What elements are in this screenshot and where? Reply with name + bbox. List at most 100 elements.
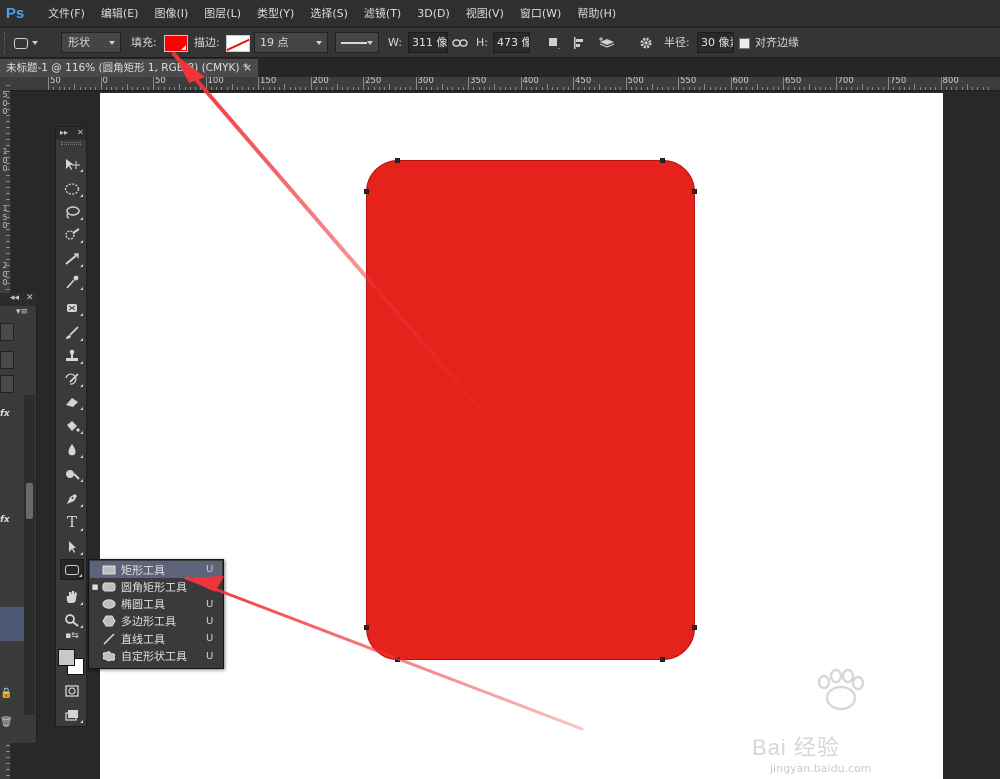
dodge-tool[interactable] [60,463,84,484]
flyout-item-line[interactable]: 直线工具 U [90,630,222,647]
width-input[interactable]: 311 像素 [408,32,448,53]
menu-file[interactable]: 文件(F) [40,0,93,27]
lasso-tool[interactable] [60,201,84,222]
document-tab[interactable]: 未标题-1 @ 116% (圆角矩形 1, RGB/8) (CMYK) * × [0,59,258,77]
trash-icon[interactable]: 🗑 [0,717,13,728]
rounded-rectangle-tool[interactable] [60,559,84,580]
link-icon[interactable] [451,34,469,52]
fx-icon[interactable]: fx [0,515,10,525]
tool-mode-select[interactable]: 形状 [61,32,121,53]
scrollbar-thumb[interactable] [26,483,33,519]
panel-scrollbar[interactable] [24,395,35,715]
stroke-size-value: 19 点 [260,36,289,49]
anchor-point[interactable] [660,657,665,662]
shortcut-key: U [206,598,214,610]
eraser-tool[interactable] [60,391,84,412]
ruler-label: 350 [470,77,487,86]
chevron-down-icon [109,41,115,45]
rounded-rectangle-shape[interactable] [366,160,695,660]
close-icon[interactable]: ✕ [26,293,34,303]
fx-icon[interactable]: fx [0,409,10,419]
anchor-point[interactable] [395,657,400,662]
flyout-item-ellipse[interactable]: 椭圆工具 U [90,596,222,613]
ellipse-marquee-icon [64,182,80,195]
blur-tool[interactable] [60,439,84,460]
horizontal-ruler[interactable]: 50 0 50 100 150 200 250 300 350 400 450 500 550 600 65… [10,77,1000,91]
marquee-tool[interactable] [60,178,84,199]
lasso-icon [66,205,80,219]
menu-layer[interactable]: 图层(L) [196,0,249,27]
foreground-color-swatch[interactable] [58,649,75,666]
flyout-item-rectangle[interactable]: 矩形工具 U [90,561,222,578]
anchor-point[interactable] [395,158,400,163]
blend-mode-select[interactable] [0,351,14,369]
expand-icon[interactable]: ▸▸ [60,128,68,137]
menu-edit[interactable]: 编辑(E) [93,0,147,27]
quick-selection-tool[interactable] [60,224,84,245]
zoom-tool[interactable] [60,609,84,630]
eyedropper-tool[interactable] [60,271,84,292]
stroke-type-select[interactable] [335,32,379,53]
anchor-point[interactable] [364,189,369,194]
stroke-color-swatch[interactable] [226,35,250,52]
tool-mode-value: 形状 [68,36,90,49]
opacity-select[interactable] [0,375,14,393]
paint-bucket-tool[interactable] [60,415,84,436]
crop-tool[interactable] [60,248,84,269]
panel-toggle[interactable] [0,323,14,341]
align-edges-checkbox[interactable] [739,38,750,49]
menu-filter[interactable]: 滤镜(T) [356,0,409,27]
menu-3d[interactable]: 3D(D) [409,0,458,27]
brush-tool[interactable] [60,322,84,343]
toolbox-grip[interactable] [61,142,81,145]
clone-stamp-tool[interactable] [60,345,84,366]
path-operations-icon[interactable] [545,34,563,52]
fill-color-swatch[interactable] [164,35,188,52]
anchor-point[interactable] [692,625,697,630]
hand-tool[interactable] [60,586,84,607]
document-tab-title: 未标题-1 @ 116% (圆角矩形 1, RGB/8) (CMYK) * [6,62,249,74]
menu-type[interactable]: 类型(Y) [249,0,302,27]
menu-image[interactable]: 图像(I) [146,0,196,27]
type-tool[interactable]: T [60,512,84,533]
ruler-label: 600 [732,77,749,86]
anchor-point[interactable] [692,189,697,194]
path-arrangement-icon[interactable] [598,34,616,52]
selected-layer-row[interactable] [0,607,24,641]
ruler-minor-tick [441,84,443,90]
menu-window[interactable]: 窗口(W) [512,0,569,27]
panel-menu-icon[interactable]: ▾≡ [16,307,34,317]
anchor-point[interactable] [660,158,665,163]
healing-brush-tool[interactable] [60,297,84,318]
gear-icon[interactable] [637,34,655,52]
path-selection-tool[interactable] [60,536,84,557]
menu-help[interactable]: 帮助(H) [569,0,624,27]
close-icon[interactable]: × [243,59,252,77]
flyout-item-polygon[interactable]: 多边形工具 U [90,613,222,630]
collapse-icon[interactable]: ◂◂ [10,293,19,303]
menu-select[interactable]: 选择(S) [302,0,356,27]
close-icon[interactable]: ✕ [77,128,84,137]
lock-icon[interactable]: 🔒 [0,688,12,699]
ruler-major-tick [520,77,522,90]
pen-tool[interactable] [60,488,84,509]
tool-preset-picker[interactable] [14,32,50,54]
width-label: W: [388,36,402,49]
panel-header: ◂◂ ✕ [0,293,37,306]
anchor-point[interactable] [364,625,369,630]
quick-mask-tool[interactable] [60,680,84,701]
history-brush-tool[interactable] [60,368,84,389]
move-tool[interactable] [60,153,84,174]
path-alignment-icon[interactable] [571,34,589,52]
ruler-label: 200 [312,77,329,86]
ruler-major-tick [100,77,102,90]
screen-mode-tool[interactable] [60,704,84,725]
height-input[interactable]: 473 像素 [493,32,530,53]
stroke-size-field[interactable]: 19 点 [254,32,328,53]
menu-view[interactable]: 视图(V) [458,0,512,27]
default-colors-toggle[interactable]: ▪⇆ [60,629,84,643]
flyout-item-rounded-rectangle[interactable]: ■ 圆角矩形工具 U [90,578,222,595]
options-grip[interactable] [4,32,8,54]
radius-input[interactable]: 30 像素 [697,32,734,53]
flyout-item-custom-shape[interactable]: 自定形状工具 U [90,648,222,665]
